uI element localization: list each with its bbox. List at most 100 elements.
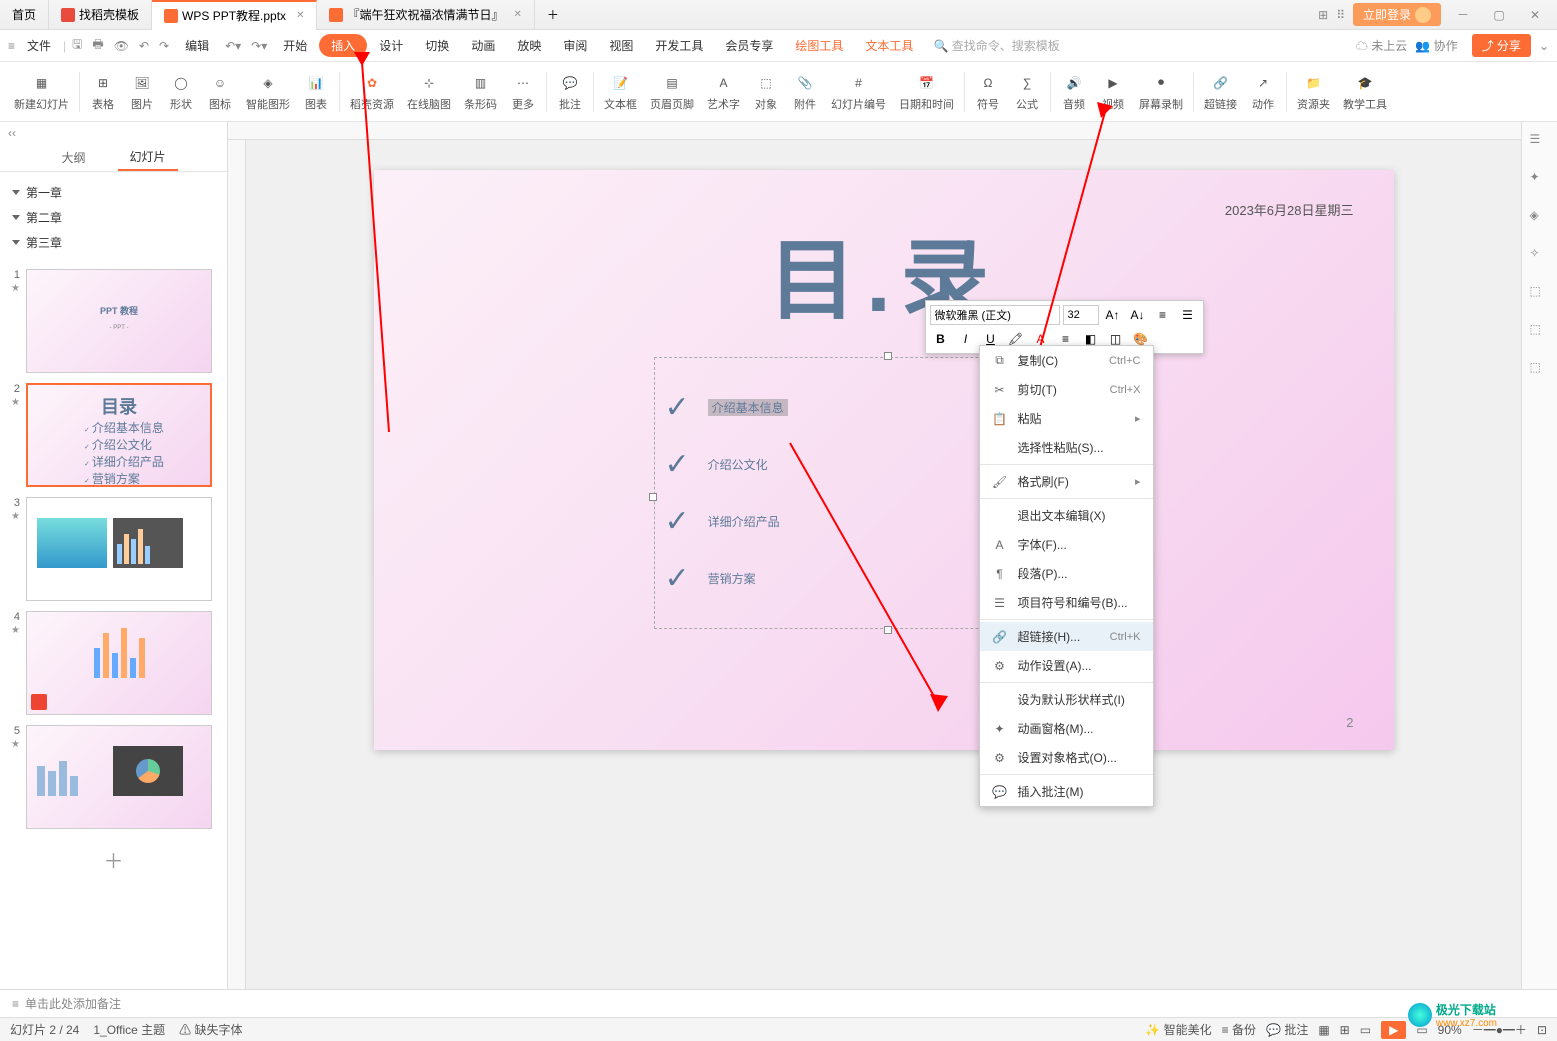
close-icon[interactable]: ✕ bbox=[513, 9, 521, 20]
video-button[interactable]: ▶视频 bbox=[1094, 69, 1132, 115]
view-sorter-icon[interactable]: ⊞ bbox=[1340, 1023, 1350, 1037]
menu-start[interactable]: 开始 bbox=[273, 33, 317, 58]
cm-format-painter[interactable]: 🖌格式刷(F)▸ bbox=[980, 467, 1153, 496]
cm-font[interactable]: A字体(F)... bbox=[980, 530, 1153, 559]
menu-slideshow[interactable]: 放映 bbox=[507, 33, 551, 58]
apps-icon[interactable]: ⠿ bbox=[1336, 8, 1345, 22]
menu-design[interactable]: 设计 bbox=[369, 33, 413, 58]
share-button[interactable]: ⤴ 分享 bbox=[1472, 34, 1531, 57]
tab-home[interactable]: 首页 bbox=[0, 0, 49, 30]
comments-button[interactable]: 💬 批注 bbox=[1266, 1021, 1308, 1038]
table-button[interactable]: ⊞表格 bbox=[84, 69, 122, 115]
docer-button[interactable]: ✿稻壳资源 bbox=[344, 69, 400, 115]
slide[interactable]: 2023年6月28日星期三 目.录 ✓介绍基本信息 ✓介绍公文化 ✓详细介绍产品… bbox=[374, 170, 1394, 750]
fit-icon[interactable]: ⊡ bbox=[1537, 1023, 1547, 1037]
menu-insert[interactable]: 插入 bbox=[319, 34, 367, 57]
help-icon[interactable]: ⬚ bbox=[1530, 360, 1550, 380]
print-icon[interactable]: 🖶 bbox=[88, 35, 107, 56]
hyperlink-button[interactable]: 🔗超链接 bbox=[1198, 69, 1243, 115]
cm-paragraph[interactable]: ¶段落(P)... bbox=[980, 559, 1153, 588]
beautify-button[interactable]: ✨ 智能美化 bbox=[1145, 1021, 1211, 1038]
close-button[interactable]: ✕ bbox=[1521, 5, 1549, 25]
menu-view[interactable]: 视图 bbox=[599, 33, 643, 58]
menu-text-tools[interactable]: 文本工具 bbox=[855, 33, 923, 58]
canvas[interactable]: 2023年6月28日星期三 目.录 ✓介绍基本信息 ✓介绍公文化 ✓详细介绍产品… bbox=[246, 140, 1521, 989]
view-reading-icon[interactable]: ▭ bbox=[1360, 1023, 1371, 1037]
cm-bullets[interactable]: ☰项目符号和编号(B)... bbox=[980, 588, 1153, 617]
screen-record-button[interactable]: ⏺屏幕录制 bbox=[1133, 69, 1189, 115]
increase-font-icon[interactable]: A↑ bbox=[1102, 305, 1124, 325]
collab-button[interactable]: 👥 协作 bbox=[1415, 37, 1457, 54]
tab-templates[interactable]: 找稻壳模板 bbox=[49, 0, 152, 30]
tab-outline[interactable]: 大纲 bbox=[49, 145, 97, 170]
new-tab-button[interactable]: ＋ bbox=[535, 0, 571, 30]
bullets-icon[interactable]: ☰ bbox=[1177, 305, 1199, 325]
undo-icon[interactable]: ↶ bbox=[135, 39, 153, 53]
chart-button[interactable]: 📊图表 bbox=[297, 69, 335, 115]
mindmap-button[interactable]: ⊹在线脑图 bbox=[401, 69, 457, 115]
font-size-input[interactable] bbox=[1063, 305, 1099, 325]
slide-number-button[interactable]: #幻灯片编号 bbox=[825, 69, 892, 115]
select-icon[interactable]: ☰ bbox=[1530, 132, 1550, 152]
design-icon[interactable]: ✦ bbox=[1530, 170, 1550, 190]
menu-transition[interactable]: 切换 bbox=[415, 33, 459, 58]
slide-thumb-5[interactable] bbox=[26, 725, 212, 829]
chapter-item[interactable]: 第二章 bbox=[12, 205, 215, 230]
slide-thumb-3[interactable] bbox=[26, 497, 212, 601]
notes-bar[interactable]: ≡单击此处添加备注 bbox=[0, 989, 1557, 1017]
menu-icon[interactable]: ≡ bbox=[8, 39, 15, 53]
cm-default-shape[interactable]: 设为默认形状样式(I) bbox=[980, 685, 1153, 714]
menu-vip[interactable]: 会员专享 bbox=[715, 33, 783, 58]
datetime-button[interactable]: 📅日期和时间 bbox=[893, 69, 960, 115]
more-button[interactable]: ⋯更多 bbox=[504, 69, 542, 115]
decrease-font-icon[interactable]: A↓ bbox=[1127, 305, 1149, 325]
grid-icon[interactable]: ⊞ bbox=[1318, 8, 1328, 22]
symbol-button[interactable]: Ω符号 bbox=[969, 69, 1007, 115]
backup-button[interactable]: ≡ 备份 bbox=[1222, 1021, 1256, 1038]
animation-icon[interactable]: ✧ bbox=[1530, 246, 1550, 266]
chapter-item[interactable]: 第三章 bbox=[12, 230, 215, 255]
toc-item-3[interactable]: 详细介绍产品 bbox=[708, 513, 780, 530]
cm-hyperlink[interactable]: 🔗超链接(H)...Ctrl+K bbox=[980, 622, 1153, 651]
toc-item-2[interactable]: 介绍公文化 bbox=[708, 456, 768, 473]
menu-edit[interactable]: 编辑 bbox=[175, 33, 219, 58]
menu-review[interactable]: 审阅 bbox=[553, 33, 597, 58]
object-button[interactable]: ⬚对象 bbox=[747, 69, 785, 115]
tab-doc2[interactable]: 『端午狂欢祝福浓情满节日』✕ bbox=[317, 0, 534, 30]
audio-button[interactable]: 🔊音频 bbox=[1055, 69, 1093, 115]
cm-paste[interactable]: 📋粘贴▸ bbox=[980, 404, 1153, 433]
cm-insert-comment[interactable]: 💬插入批注(M) bbox=[980, 777, 1153, 806]
menu-drawing[interactable]: 绘图工具 bbox=[785, 33, 853, 58]
barcode-button[interactable]: ▥条形码 bbox=[458, 69, 503, 115]
smart-graphics-button[interactable]: ◈智能图形 bbox=[240, 69, 296, 115]
cm-object-format[interactable]: ⚙设置对象格式(O)... bbox=[980, 743, 1153, 772]
command-search[interactable]: 🔍 查找命令、搜索模板 bbox=[925, 35, 1067, 56]
menu-devtools[interactable]: 开发工具 bbox=[645, 33, 713, 58]
textbox-button[interactable]: 📝文本框 bbox=[598, 69, 643, 115]
tab-slides[interactable]: 幻灯片 bbox=[118, 144, 178, 171]
resource-button[interactable]: 📁资源夹 bbox=[1291, 69, 1336, 115]
cm-anim-pane[interactable]: ✦动画窗格(M)... bbox=[980, 714, 1153, 743]
icons-button[interactable]: ☺图标 bbox=[201, 69, 239, 115]
equation-button[interactable]: ∑公式 bbox=[1008, 69, 1046, 115]
cm-action[interactable]: ⚙动作设置(A)... bbox=[980, 651, 1153, 680]
image-button[interactable]: 🖼图片 bbox=[123, 69, 161, 115]
save-icon[interactable]: 🖫 bbox=[68, 35, 86, 56]
slide-thumb-4[interactable] bbox=[26, 611, 212, 715]
view-normal-icon[interactable]: ▦ bbox=[1318, 1023, 1329, 1037]
close-icon[interactable]: ✕ bbox=[296, 10, 304, 21]
slide-thumb-1[interactable]: PPT 教程- PPT - bbox=[26, 269, 212, 373]
login-button[interactable]: 立即登录 bbox=[1353, 3, 1441, 26]
teaching-tools-button[interactable]: 🎓教学工具 bbox=[1337, 69, 1393, 115]
preview-icon[interactable]: 👁 bbox=[110, 39, 133, 53]
add-slide-button[interactable]: ＋ bbox=[6, 839, 221, 880]
font-family-input[interactable] bbox=[930, 305, 1060, 325]
objects-icon[interactable]: ⬚ bbox=[1530, 284, 1550, 304]
cm-paste-special[interactable]: 选择性粘贴(S)... bbox=[980, 433, 1153, 462]
redo-icon[interactable]: ↷ bbox=[155, 39, 173, 53]
italic-icon[interactable]: I bbox=[955, 329, 977, 349]
attachment-button[interactable]: 📎附件 bbox=[786, 69, 824, 115]
status-missing-font[interactable]: ⚠ 缺失字体 bbox=[179, 1021, 242, 1038]
slideshow-icon[interactable]: ▶ bbox=[1381, 1021, 1406, 1039]
toc-item-1[interactable]: 介绍基本信息 bbox=[708, 399, 788, 416]
